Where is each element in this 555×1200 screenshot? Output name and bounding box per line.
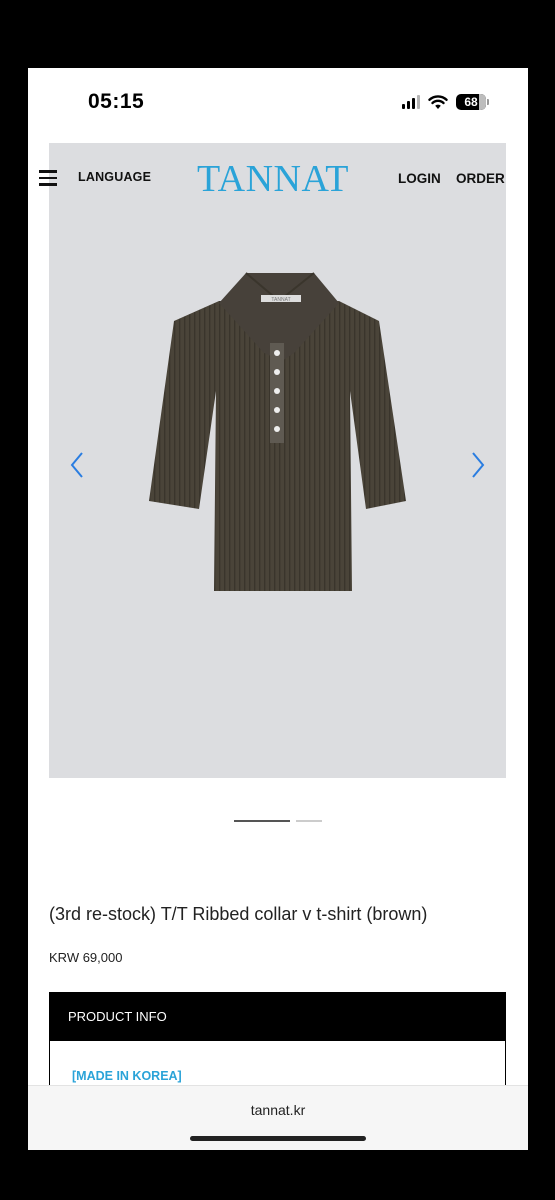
phone-screen: 05:15 68 LANGUAGE TANNAT LOGIN ORDER TAN…: [28, 68, 528, 1150]
battery-icon: 68: [456, 94, 489, 110]
carousel-dot-2[interactable]: [296, 820, 322, 822]
order-link[interactable]: ORDER: [456, 171, 505, 186]
product-image[interactable]: TANNAT: [144, 271, 414, 601]
browser-url[interactable]: tannat.kr: [28, 1102, 528, 1118]
product-title: (3rd re-stock) T/T Ribbed collar v t-shi…: [49, 904, 428, 924]
status-time: 05:15: [88, 90, 145, 113]
battery-level: 68: [464, 95, 478, 109]
product-price: KRW 69,000: [49, 950, 123, 965]
language-link[interactable]: LANGUAGE: [78, 170, 151, 184]
wifi-icon: [428, 94, 448, 109]
home-indicator[interactable]: [190, 1136, 366, 1141]
browser-bottom-bar: tannat.kr: [28, 1085, 528, 1150]
hamburger-menu-icon[interactable]: [39, 170, 57, 186]
cellular-signal-icon: [402, 95, 420, 109]
made-in-label: [MADE IN KOREA]: [72, 1069, 182, 1083]
carousel-prev-arrow-icon[interactable]: [65, 448, 89, 482]
product-info-tab[interactable]: PRODUCT INFO: [50, 993, 505, 1041]
carousel-next-arrow-icon[interactable]: [466, 448, 490, 482]
carousel-pager: [234, 820, 322, 822]
product-hero: LANGUAGE TANNAT LOGIN ORDER TANNAT: [39, 143, 506, 778]
garment-label: TANNAT: [271, 297, 290, 303]
login-link[interactable]: LOGIN: [398, 171, 441, 186]
site-header: LANGUAGE TANNAT LOGIN ORDER: [39, 143, 506, 213]
site-logo[interactable]: TANNAT: [197, 157, 349, 201]
carousel-dot-1[interactable]: [234, 820, 290, 822]
status-icons: 68: [402, 94, 489, 110]
